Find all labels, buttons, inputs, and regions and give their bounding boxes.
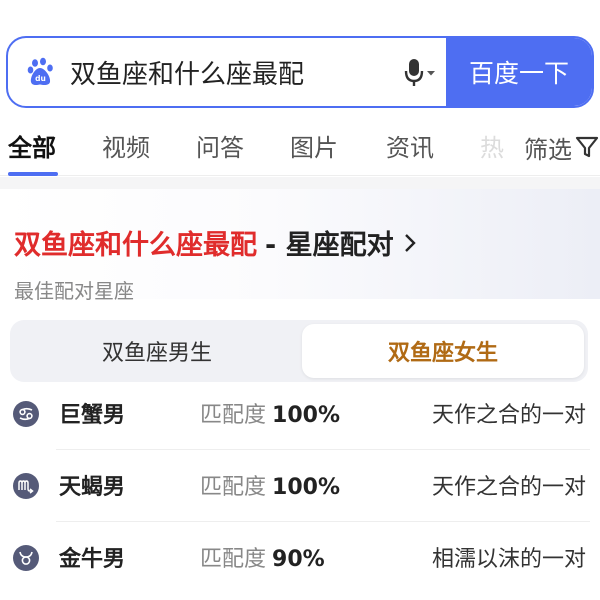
- match-sign-name: 巨蟹男: [59, 403, 126, 428]
- filter-button[interactable]: 筛选: [510, 124, 600, 170]
- taurus-icon: [13, 545, 39, 571]
- match-degree-label: 匹配度: [200, 475, 267, 500]
- filter-funnel-icon: [575, 136, 599, 158]
- match-description: 相濡以沫的一对: [431, 547, 586, 572]
- search-bar: du 百度一下: [6, 36, 594, 108]
- match-degree-value: 90%: [272, 547, 325, 572]
- card-title-suffix: - 星座配对: [265, 230, 394, 261]
- tab-hot[interactable]: 热: [480, 128, 504, 163]
- card-subtitle: 最佳配对星座: [14, 279, 134, 303]
- tab-all[interactable]: 全部: [8, 128, 56, 163]
- card-title-link[interactable]: 双鱼座和什么座最配 - 星座配对: [14, 223, 418, 262]
- search-submit-button[interactable]: 百度一下: [446, 38, 592, 106]
- match-degree-label: 匹配度: [200, 403, 267, 428]
- tab-qa[interactable]: 问答: [196, 128, 244, 163]
- match-sign-name: 金牛男: [59, 547, 126, 572]
- search-input[interactable]: [70, 57, 394, 87]
- tab-images[interactable]: 图片: [290, 128, 338, 163]
- card-title-query: 双鱼座和什么座最配: [14, 230, 257, 261]
- search-tabs: 全部 视频 问答 图片 资讯 热 筛选: [0, 124, 600, 176]
- voice-search-button[interactable]: [394, 38, 446, 106]
- cancer-icon: [13, 401, 39, 427]
- section-separator: [0, 177, 600, 189]
- match-row[interactable]: 天蝎男 匹配度 100% 天作之合的一对: [0, 450, 600, 522]
- match-description: 天作之合的一对: [431, 403, 586, 428]
- svg-text:du: du: [35, 74, 46, 83]
- match-degree: 匹配度 100%: [200, 397, 340, 429]
- scorpio-icon: [13, 473, 39, 499]
- match-degree-label: 匹配度: [200, 547, 267, 572]
- tab-news[interactable]: 资讯: [386, 128, 434, 163]
- match-degree: 匹配度 100%: [200, 469, 340, 501]
- gender-toggle: 双鱼座男生 双鱼座女生: [10, 320, 588, 382]
- match-description: 天作之合的一对: [431, 475, 586, 500]
- toggle-male-button[interactable]: 双鱼座男生: [14, 324, 300, 378]
- active-tab-indicator: [8, 172, 58, 176]
- microphone-dropdown-icon: [404, 59, 435, 86]
- toggle-female-button[interactable]: 双鱼座女生: [302, 324, 584, 378]
- match-row[interactable]: 金牛男 匹配度 90% 相濡以沫的一对: [0, 522, 600, 594]
- search-field-wrap: du: [8, 38, 446, 106]
- zodiac-match-card: 双鱼座和什么座最配 - 星座配对 最佳配对星座 双鱼座男生 双鱼座女生 巨蟹男 …: [0, 189, 600, 600]
- match-sign-name: 天蝎男: [59, 475, 126, 500]
- tab-video[interactable]: 视频: [102, 128, 150, 163]
- match-row[interactable]: 巨蟹男 匹配度 100% 天作之合的一对: [0, 378, 600, 450]
- match-degree-value: 100%: [272, 403, 340, 428]
- match-degree: 匹配度 90%: [200, 541, 325, 573]
- filter-label: 筛选: [524, 135, 572, 164]
- baidu-paw-logo-icon: du: [27, 57, 53, 85]
- chevron-right-icon: [404, 233, 416, 252]
- match-degree-value: 100%: [272, 475, 340, 500]
